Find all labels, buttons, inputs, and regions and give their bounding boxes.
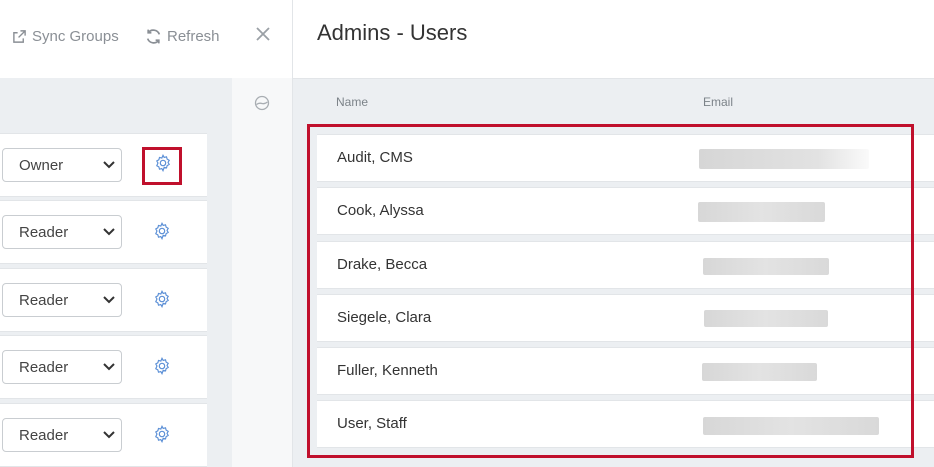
role-select[interactable]: Reader xyxy=(2,283,122,317)
user-row[interactable]: Cook, Alyssa xyxy=(317,187,934,235)
user-row[interactable]: Drake, Becca xyxy=(317,241,934,289)
sync-groups-label: Sync Groups xyxy=(32,27,119,45)
role-select[interactable]: Reader xyxy=(2,215,122,249)
chevron-down-icon xyxy=(103,228,115,236)
role-select-value: Reader xyxy=(19,223,69,241)
external-link-icon xyxy=(12,29,27,44)
collapse-icon[interactable] xyxy=(254,95,270,111)
group-role-row: Reader xyxy=(0,335,207,399)
page-title: Admins - Users xyxy=(317,20,468,45)
users-panel-header: Admins - Users xyxy=(293,0,934,79)
role-select-value: Reader xyxy=(19,291,69,309)
redacted-email xyxy=(698,202,825,222)
group-role-row: Reader xyxy=(0,403,207,467)
redacted-email xyxy=(703,417,879,435)
chevron-down-icon xyxy=(103,431,115,439)
sync-groups-button[interactable]: Sync Groups xyxy=(12,25,119,47)
gear-icon[interactable] xyxy=(154,154,172,172)
users-panel: Admins - Users Name Email Audit, CMS Coo… xyxy=(293,0,934,467)
redacted-email xyxy=(702,363,817,381)
chevron-down-icon xyxy=(103,161,115,169)
user-row[interactable]: Fuller, Kenneth xyxy=(317,347,934,395)
group-role-row: Reader xyxy=(0,200,207,264)
redacted-email xyxy=(704,310,828,327)
redacted-email xyxy=(703,258,829,275)
groups-gutter xyxy=(232,78,292,467)
user-row[interactable]: Audit, CMS xyxy=(317,134,934,182)
gear-icon[interactable] xyxy=(153,290,171,308)
refresh-icon xyxy=(145,28,162,45)
user-name: Audit, CMS xyxy=(337,149,413,166)
gear-icon[interactable] xyxy=(153,222,171,240)
role-select[interactable]: Reader xyxy=(2,350,122,384)
redacted-email xyxy=(699,149,869,169)
refresh-button[interactable]: Refresh xyxy=(145,25,220,47)
group-role-row: Reader xyxy=(0,268,207,332)
column-header-email: Email xyxy=(703,95,734,109)
role-select-value: Reader xyxy=(19,426,69,444)
refresh-label: Refresh xyxy=(167,27,220,45)
gear-icon[interactable] xyxy=(153,357,171,375)
user-name: Fuller, Kenneth xyxy=(337,362,438,379)
user-name: User, Staff xyxy=(337,415,407,432)
chevron-down-icon xyxy=(103,363,115,371)
close-icon[interactable] xyxy=(253,24,273,44)
user-row[interactable]: Siegele, Clara xyxy=(317,294,934,342)
role-select[interactable]: Owner xyxy=(2,148,122,182)
user-row[interactable]: User, Staff xyxy=(317,400,934,448)
gear-icon[interactable] xyxy=(153,425,171,443)
groups-pane: Sync Groups Refresh Owner Reader Reader … xyxy=(0,0,292,467)
user-name: Siegele, Clara xyxy=(337,309,432,326)
user-name: Cook, Alyssa xyxy=(337,202,424,219)
group-role-row: Owner xyxy=(0,133,207,197)
user-name: Drake, Becca xyxy=(337,256,428,273)
role-select[interactable]: Reader xyxy=(2,418,122,452)
role-select-value: Owner xyxy=(19,156,64,174)
column-header-name: Name xyxy=(336,95,369,109)
role-select-value: Reader xyxy=(19,358,69,376)
groups-toolbar: Sync Groups Refresh xyxy=(0,0,292,70)
chevron-down-icon xyxy=(103,296,115,304)
